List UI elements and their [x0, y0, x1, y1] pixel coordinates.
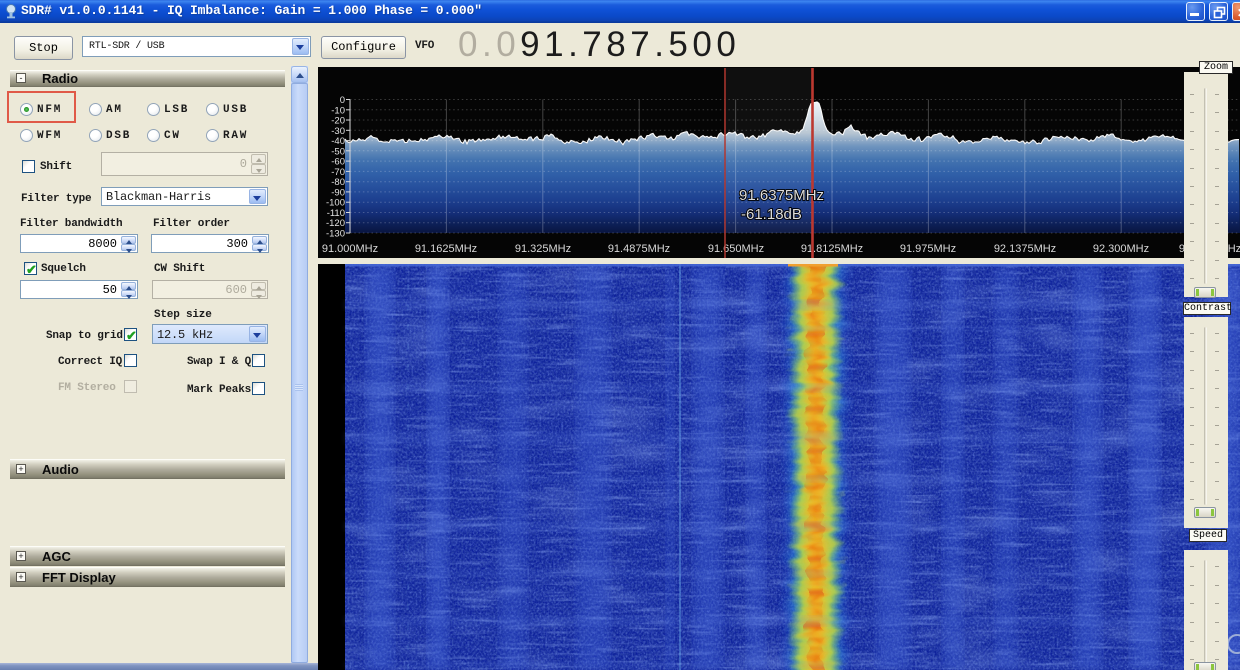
svg-text:-61.18dB: -61.18dB [741, 206, 802, 223]
svg-text:91.650MHz: 91.650MHz [708, 243, 764, 255]
svg-text:91.6375MHz: 91.6375MHz [739, 187, 824, 204]
svg-text:92.1375MHz: 92.1375MHz [994, 243, 1056, 255]
svg-text:91.4875MHz: 91.4875MHz [608, 243, 670, 255]
svg-text:91.975MHz: 91.975MHz [900, 243, 956, 255]
svg-text:91.000MHz: 91.000MHz [322, 243, 378, 255]
svg-text:91.1625MHz: 91.1625MHz [415, 243, 477, 255]
svg-text:91.8125MHz: 91.8125MHz [801, 243, 863, 255]
svg-text:91.325MHz: 91.325MHz [515, 243, 571, 255]
svg-text:-130: -130 [326, 229, 345, 240]
svg-text:92.300MHz: 92.300MHz [1093, 243, 1149, 255]
